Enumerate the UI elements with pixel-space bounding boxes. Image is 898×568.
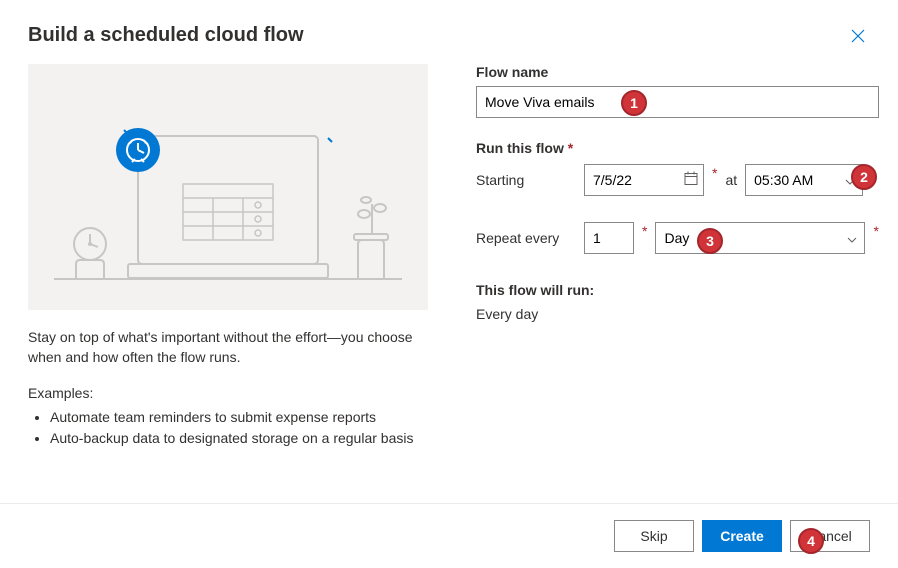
repeat-every-label: Repeat every [476, 230, 576, 246]
required-asterisk: * [712, 166, 717, 180]
list-item: Automate team reminders to submit expens… [50, 407, 428, 428]
starting-date-input[interactable] [584, 164, 704, 196]
repeat-interval-input[interactable] [584, 222, 634, 254]
flow-name-input[interactable] [476, 86, 879, 118]
annotation-2: 2 [851, 164, 877, 190]
repeat-unit-select[interactable]: Day [655, 222, 865, 254]
run-summary-title: This flow will run: [476, 282, 879, 298]
close-icon[interactable] [846, 24, 870, 48]
dialog-title: Build a scheduled cloud flow [28, 24, 304, 47]
examples-title: Examples: [28, 385, 428, 401]
examples-list: Automate team reminders to submit expens… [28, 407, 428, 449]
create-button[interactable]: Create [702, 520, 782, 552]
required-asterisk: * [642, 224, 647, 238]
starting-label: Starting [476, 172, 576, 188]
at-label: at [725, 172, 737, 188]
list-item: Auto-backup data to designated storage o… [50, 428, 428, 449]
flow-name-label: Flow name [476, 64, 879, 80]
skip-button[interactable]: Skip [614, 520, 694, 552]
annotation-1: 1 [621, 90, 647, 116]
starting-time-select[interactable]: 05:30 AM [745, 164, 863, 196]
annotation-3: 3 [697, 228, 723, 254]
run-summary-text: Every day [476, 306, 879, 322]
required-asterisk: * [873, 224, 878, 238]
annotation-4: 4 [798, 528, 824, 554]
flow-description: Stay on top of what's important without … [28, 328, 428, 367]
run-this-flow-label: Run this flow [476, 140, 879, 156]
illustration [28, 64, 428, 310]
